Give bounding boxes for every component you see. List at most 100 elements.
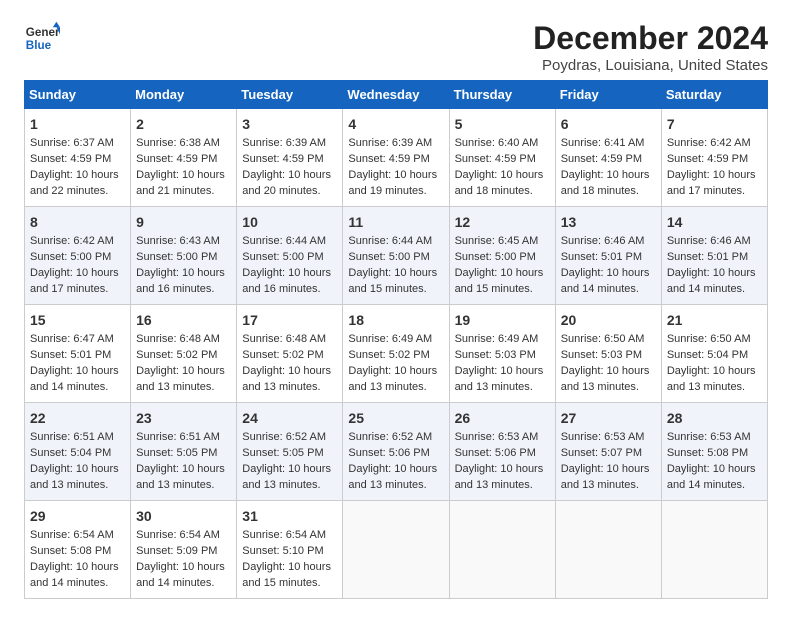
day-info: Sunrise: 6:37 AM (30, 136, 125, 152)
day-info: Sunrise: 6:43 AM (136, 234, 231, 250)
day-number: 1 (30, 114, 125, 134)
calendar-cell: 15Sunrise: 6:47 AMSunset: 5:01 PMDayligh… (25, 305, 131, 403)
day-info: Sunrise: 6:48 AM (242, 332, 337, 348)
day-info: Daylight: 10 hours (30, 462, 125, 478)
calendar-header-wednesday: Wednesday (343, 81, 449, 109)
calendar-cell: 17Sunrise: 6:48 AMSunset: 5:02 PMDayligh… (237, 305, 343, 403)
day-info: and 13 minutes. (242, 478, 337, 494)
calendar-cell: 14Sunrise: 6:46 AMSunset: 5:01 PMDayligh… (661, 207, 767, 305)
day-info: and 13 minutes. (30, 478, 125, 494)
day-info: Daylight: 10 hours (667, 266, 762, 282)
day-info: Sunset: 4:59 PM (348, 152, 443, 168)
day-info: Daylight: 10 hours (455, 168, 550, 184)
calendar-cell: 8Sunrise: 6:42 AMSunset: 5:00 PMDaylight… (25, 207, 131, 305)
day-info: Daylight: 10 hours (667, 168, 762, 184)
day-info: and 13 minutes. (667, 380, 762, 396)
calendar-cell: 22Sunrise: 6:51 AMSunset: 5:04 PMDayligh… (25, 403, 131, 501)
day-number: 3 (242, 114, 337, 134)
day-info: Sunset: 5:00 PM (30, 250, 125, 266)
day-info: Sunset: 5:07 PM (561, 446, 656, 462)
day-info: Sunrise: 6:46 AM (667, 234, 762, 250)
day-info: Sunrise: 6:48 AM (136, 332, 231, 348)
day-info: Sunrise: 6:52 AM (348, 430, 443, 446)
day-info: Sunset: 5:06 PM (348, 446, 443, 462)
calendar-cell: 29Sunrise: 6:54 AMSunset: 5:08 PMDayligh… (25, 501, 131, 599)
day-info: Daylight: 10 hours (561, 364, 656, 380)
day-number: 18 (348, 310, 443, 330)
day-info: and 13 minutes. (348, 380, 443, 396)
day-info: and 15 minutes. (455, 282, 550, 298)
day-number: 2 (136, 114, 231, 134)
day-number: 26 (455, 408, 550, 428)
day-info: Sunset: 5:00 PM (455, 250, 550, 266)
day-number: 24 (242, 408, 337, 428)
day-info: Daylight: 10 hours (667, 364, 762, 380)
calendar-cell: 5Sunrise: 6:40 AMSunset: 4:59 PMDaylight… (449, 109, 555, 207)
day-info: Sunset: 5:00 PM (242, 250, 337, 266)
calendar-cell: 9Sunrise: 6:43 AMSunset: 5:00 PMDaylight… (131, 207, 237, 305)
day-info: and 17 minutes. (30, 282, 125, 298)
day-info: and 14 minutes. (136, 576, 231, 592)
calendar-cell: 4 Sunrise: 6:39 AMSunset: 4:59 PMDaylight… (343, 109, 449, 207)
day-number: 7 (667, 114, 762, 134)
day-info: Sunset: 5:10 PM (242, 544, 337, 560)
day-info: Sunrise: 6:38 AM (136, 136, 231, 152)
day-info: Sunset: 5:02 PM (242, 348, 337, 364)
day-info: and 14 minutes. (561, 282, 656, 298)
day-info: Daylight: 10 hours (348, 168, 443, 184)
day-info: Daylight: 10 hours (455, 266, 550, 282)
calendar-cell: 21Sunrise: 6:50 AMSunset: 5:04 PMDayligh… (661, 305, 767, 403)
day-info: and 13 minutes. (455, 478, 550, 494)
day-info: Sunrise: 6:46 AM (561, 234, 656, 250)
day-number: 16 (136, 310, 231, 330)
logo-icon: General Blue (24, 20, 60, 56)
day-info: Sunrise: 6:50 AM (561, 332, 656, 348)
day-info: Sunrise: 6:39 AM (348, 136, 443, 152)
day-info: and 13 minutes. (136, 380, 231, 396)
calendar-cell: 25Sunrise: 6:52 AMSunset: 5:06 PMDayligh… (343, 403, 449, 501)
day-info: Daylight: 10 hours (348, 462, 443, 478)
day-info: Daylight: 10 hours (30, 168, 125, 184)
day-info: Sunset: 5:02 PM (136, 348, 231, 364)
calendar-cell: 24Sunrise: 6:52 AMSunset: 5:05 PMDayligh… (237, 403, 343, 501)
day-info: Daylight: 10 hours (30, 560, 125, 576)
calendar-cell: 18Sunrise: 6:49 AMSunset: 5:02 PMDayligh… (343, 305, 449, 403)
calendar-header-tuesday: Tuesday (237, 81, 343, 109)
day-info: Sunset: 4:59 PM (455, 152, 550, 168)
day-info: and 18 minutes. (455, 184, 550, 200)
day-info: Daylight: 10 hours (136, 168, 231, 184)
day-number: 12 (455, 212, 550, 232)
day-info: and 16 minutes. (136, 282, 231, 298)
day-info: Sunset: 4:59 PM (136, 152, 231, 168)
svg-text:Blue: Blue (26, 39, 52, 52)
day-info: Sunset: 5:06 PM (455, 446, 550, 462)
day-info: Sunrise: 6:54 AM (242, 528, 337, 544)
day-info: Sunset: 5:00 PM (136, 250, 231, 266)
calendar-header-sunday: Sunday (25, 81, 131, 109)
day-number: 13 (561, 212, 656, 232)
day-info: and 14 minutes. (30, 576, 125, 592)
day-info: Daylight: 10 hours (455, 462, 550, 478)
calendar-header-thursday: Thursday (449, 81, 555, 109)
day-info: Daylight: 10 hours (348, 364, 443, 380)
calendar-cell: 1Sunrise: 6:37 AMSunset: 4:59 PMDaylight… (25, 109, 131, 207)
day-info: and 19 minutes. (348, 184, 443, 200)
day-info: Sunrise: 6:51 AM (30, 430, 125, 446)
day-number: 14 (667, 212, 762, 232)
calendar-cell: 6Sunrise: 6:41 AMSunset: 4:59 PMDaylight… (555, 109, 661, 207)
day-number: 11 (348, 212, 443, 232)
day-number: 17 (242, 310, 337, 330)
day-info: Daylight: 10 hours (561, 266, 656, 282)
day-info: Sunrise: 6:53 AM (667, 430, 762, 446)
calendar-cell (555, 501, 661, 599)
day-number: 21 (667, 310, 762, 330)
calendar-header-monday: Monday (131, 81, 237, 109)
day-info: Sunset: 5:01 PM (30, 348, 125, 364)
day-info: Sunrise: 6:49 AM (455, 332, 550, 348)
calendar-cell: 16Sunrise: 6:48 AMSunset: 5:02 PMDayligh… (131, 305, 237, 403)
calendar-header-row: SundayMondayTuesdayWednesdayThursdayFrid… (25, 81, 768, 109)
day-info: Daylight: 10 hours (242, 462, 337, 478)
day-info: Daylight: 10 hours (30, 364, 125, 380)
day-number: 4 (348, 114, 443, 134)
day-info: and 13 minutes. (348, 478, 443, 494)
